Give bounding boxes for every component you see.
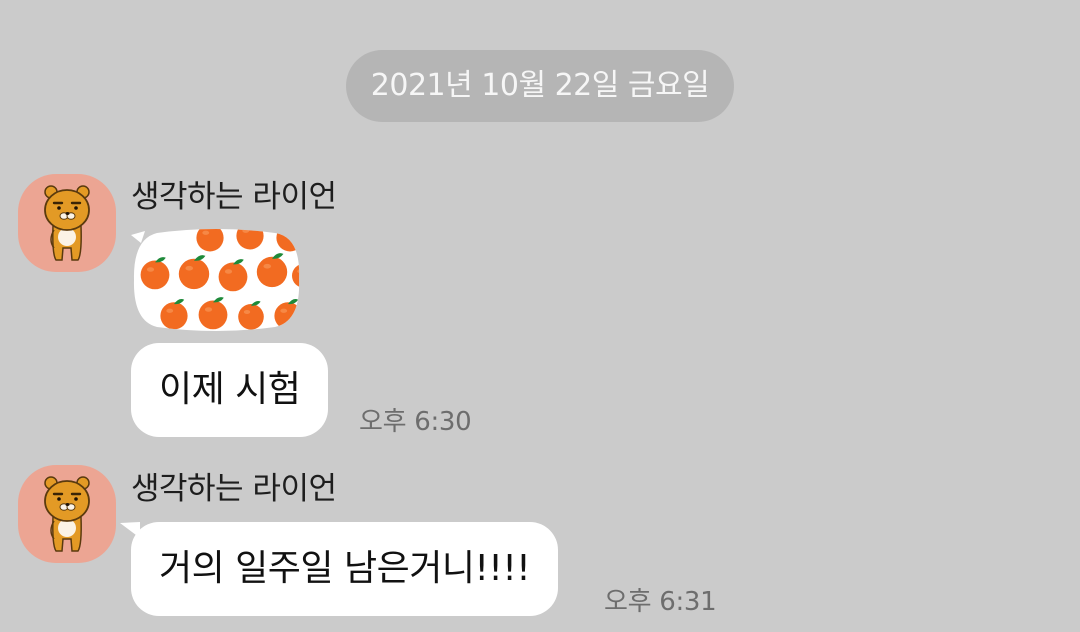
message-text: 이제 시험 [159,369,301,410]
ryan-character-icon [18,174,116,272]
bubble-tail [120,522,140,538]
sender-avatar[interactable] [18,465,116,563]
message-time: 오후 6:30 [359,407,472,437]
message-text: 거의 일주일 남은거니!!!! [159,548,531,589]
date-divider: 2021년 10월 22일 금요일 [346,50,734,122]
ryan-character-icon [18,465,116,563]
orange-pattern-emoticon [131,229,300,331]
sender-name: 생각하는 라이언 [131,471,337,507]
message-time: 오후 6:31 [604,587,717,617]
emoticon-message[interactable] [131,229,301,331]
message-bubble[interactable]: 거의 일주일 남은거니!!!! [120,522,559,616]
sender-name: 생각하는 라이언 [131,179,337,215]
message-bubble[interactable]: 이제 시험 [131,343,329,437]
sender-avatar[interactable] [18,174,116,272]
